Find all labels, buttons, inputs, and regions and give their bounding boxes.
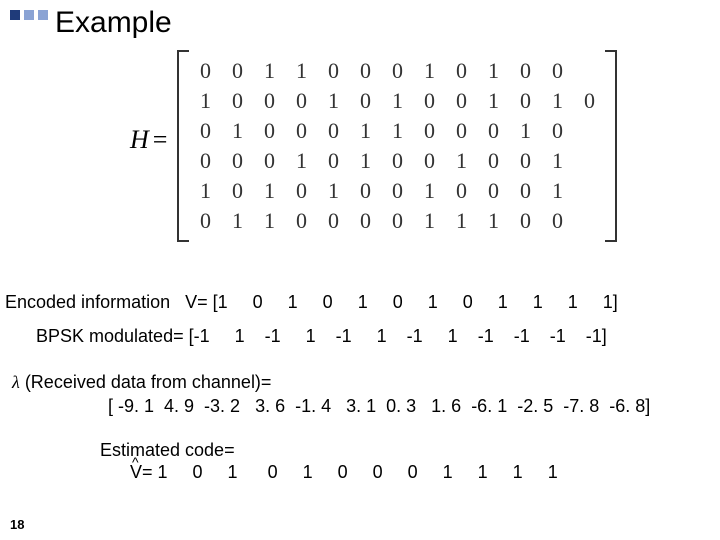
- matrix-cell: 0: [509, 56, 541, 86]
- matrix-cell: 1: [541, 146, 573, 176]
- matrix-cell: 0: [413, 116, 445, 146]
- title-bullets: [10, 10, 48, 20]
- matrix-cell: 0: [477, 176, 509, 206]
- bullet-square-light: [38, 10, 48, 20]
- matrix-cell: 1: [221, 116, 253, 146]
- matrix-cell: 0: [445, 116, 477, 146]
- matrix-cell: 1: [477, 206, 509, 236]
- lambda-values-line: [ -9. 1 4. 9 -3. 2 3. 6 -1. 4 3. 1 0. 3 …: [108, 396, 650, 417]
- lambda-symbol: λ: [12, 372, 20, 392]
- matrix-cell: 0: [445, 176, 477, 206]
- matrix-cell: 0: [221, 146, 253, 176]
- matrix-cell: 0: [349, 86, 381, 116]
- matrix-cell: 0: [509, 206, 541, 236]
- matrix-row: 101010010001: [189, 176, 605, 206]
- matrix-cell: 1: [253, 56, 285, 86]
- matrix-label: H=: [130, 125, 167, 155]
- matrix-cell: 0: [381, 206, 413, 236]
- matrix-cell: 1: [413, 206, 445, 236]
- matrix-cell: 0: [317, 146, 349, 176]
- matrix-row: 1000101001010: [189, 86, 605, 116]
- matrix-cell: 0: [413, 86, 445, 116]
- matrix-cell: 1: [253, 206, 285, 236]
- lambda-label-line: λ (Received data from channel)=: [12, 372, 271, 393]
- matrix-cell: 0: [349, 56, 381, 86]
- matrix-cell: 0: [509, 176, 541, 206]
- matrix-cell: 0: [509, 86, 541, 116]
- slide-title: Example: [55, 6, 172, 40]
- matrix-cell: 0: [477, 146, 509, 176]
- matrix-cell: 0: [477, 116, 509, 146]
- matrix-cell: 1: [381, 86, 413, 116]
- matrix-cell: 0: [221, 86, 253, 116]
- matrix-equation: H= 0011000101001000101001010010001100010…: [130, 50, 617, 242]
- matrix-cell: 1: [221, 206, 253, 236]
- matrix-cell: 0: [285, 86, 317, 116]
- matrix-cell: 0: [349, 206, 381, 236]
- matrix-cell: 1: [477, 56, 509, 86]
- matrix-cell: 0: [317, 206, 349, 236]
- estimated-code-label: Estimated code=: [100, 440, 235, 461]
- matrix-cell: 0: [541, 56, 573, 86]
- bullet-square-dark: [10, 10, 20, 20]
- matrix-cell: 0: [541, 206, 573, 236]
- matrix-cell: 0: [349, 176, 381, 206]
- matrix-row: 000101001001: [189, 146, 605, 176]
- matrix-cell: 0: [285, 116, 317, 146]
- matrix-cell: 1: [477, 86, 509, 116]
- matrix-cell: 1: [445, 146, 477, 176]
- estimated-code-values: V= 1 0 1 0 1 0 0 0 1 1 1 1: [130, 462, 558, 483]
- matrix-cell: 1: [349, 116, 381, 146]
- matrix-cell: 0: [541, 116, 573, 146]
- matrix-row: 011000011100: [189, 206, 605, 236]
- matrix-row: 001100010100: [189, 56, 605, 86]
- matrix-cell: 1: [541, 86, 573, 116]
- matrix-cell: 0: [445, 86, 477, 116]
- matrix-cell: 0: [189, 146, 221, 176]
- matrix-cell: 1: [349, 146, 381, 176]
- lambda-text: (Received data from channel)=: [25, 372, 272, 392]
- matrix-cell: 0: [445, 56, 477, 86]
- matrix-cell: 0: [189, 116, 221, 146]
- matrix-cell: 0: [413, 146, 445, 176]
- matrix-cell: 0: [573, 86, 605, 116]
- matrix-cell: 1: [413, 176, 445, 206]
- bullet-square-light: [24, 10, 34, 20]
- matrix-cell: 0: [509, 146, 541, 176]
- matrix-cell: 0: [221, 176, 253, 206]
- equals-sign: =: [153, 125, 168, 154]
- matrix-cell: 1: [381, 116, 413, 146]
- matrix-cell: 0: [189, 56, 221, 86]
- matrix-cell: 1: [189, 176, 221, 206]
- matrix-cell: 0: [285, 206, 317, 236]
- matrix-cell: 1: [541, 176, 573, 206]
- matrix-cell: 0: [253, 146, 285, 176]
- matrix-cell: 1: [413, 56, 445, 86]
- matrix-cell: 0: [253, 86, 285, 116]
- matrix-cell: 0: [381, 56, 413, 86]
- matrix-cell: 0: [221, 56, 253, 86]
- matrix-cell: 0: [381, 176, 413, 206]
- bpsk-modulated-line: BPSK modulated= [-1 1 -1 1 -1 1 -1 1 -1 …: [36, 326, 607, 347]
- matrix-cell: 0: [189, 206, 221, 236]
- matrix-cell: 1: [285, 56, 317, 86]
- matrix-cell: 1: [253, 176, 285, 206]
- matrix-h: 0011000101001000101001010010001100010000…: [189, 56, 605, 236]
- matrix-cell: 1: [445, 206, 477, 236]
- matrix-cell: 0: [317, 116, 349, 146]
- matrix-cell: 1: [509, 116, 541, 146]
- matrix-cell: 0: [285, 176, 317, 206]
- matrix-cell: 0: [381, 146, 413, 176]
- matrix-cell: 0: [253, 116, 285, 146]
- matrix-symbol: H: [130, 125, 149, 154]
- matrix-brackets: 0011000101001000101001010010001100010000…: [177, 50, 617, 242]
- matrix-row: 010001100010: [189, 116, 605, 146]
- matrix-cell: 1: [317, 176, 349, 206]
- matrix-cell: 0: [317, 56, 349, 86]
- encoded-info-line: Encoded information V= [1 0 1 0 1 0 1 0 …: [5, 292, 618, 313]
- matrix-cell: 1: [317, 86, 349, 116]
- matrix-cell: 1: [189, 86, 221, 116]
- page-number: 18: [10, 517, 24, 532]
- matrix-cell: 1: [285, 146, 317, 176]
